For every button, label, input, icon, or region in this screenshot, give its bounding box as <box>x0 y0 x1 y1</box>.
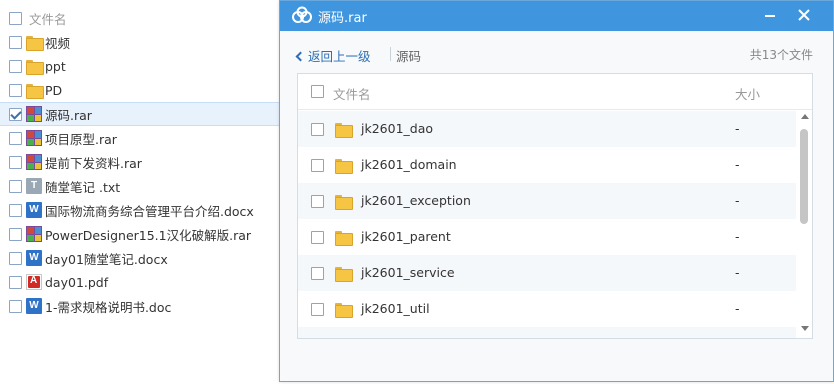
row-name[interactable]: jk2601_parent <box>361 229 451 244</box>
row-checkbox[interactable] <box>311 231 324 244</box>
row-checkbox[interactable] <box>311 303 324 316</box>
txt-icon: T <box>26 178 42 194</box>
file-name[interactable]: PD <box>45 83 62 98</box>
row-name[interactable]: jk2601_exception <box>361 193 471 208</box>
file-name[interactable]: PowerDesigner15.1汉化破解版.rar <box>45 225 251 244</box>
row-checkbox[interactable] <box>9 83 22 97</box>
back-link[interactable]: 返回上一级 <box>295 46 371 65</box>
file-name[interactable]: 源码.rar <box>45 105 92 124</box>
folder-icon <box>335 123 353 138</box>
row-size: - <box>735 301 740 316</box>
row-checkbox[interactable] <box>9 299 22 313</box>
table-row[interactable]: jk2601_exception - <box>298 183 796 219</box>
row-checkbox[interactable] <box>9 275 22 289</box>
row-checkbox[interactable] <box>9 179 22 193</box>
cloud-icon <box>292 6 312 23</box>
folder-icon <box>26 36 44 51</box>
table-header: 文件名 大小 <box>298 74 812 110</box>
select-all-checkbox[interactable] <box>9 11 22 25</box>
archive-preview-dialog: 源码.rar 返回上一级 源码 共13个文件 文件名 大小 jk2601_dao… <box>279 0 834 382</box>
dialog-titlebar[interactable]: 源码.rar <box>280 1 833 31</box>
dialog-nav-bar: 返回上一级 源码 共13个文件 <box>280 41 833 69</box>
table-row[interactable]: jk2601_util - <box>298 291 796 327</box>
row-checkbox[interactable] <box>9 59 22 73</box>
folder-icon <box>335 159 353 174</box>
rar-icon <box>26 106 42 122</box>
back-label[interactable]: 返回上一级 <box>308 49 371 64</box>
word-icon: W <box>26 202 42 218</box>
column-header-size[interactable]: 大小 <box>735 84 760 103</box>
file-name[interactable]: day01.pdf <box>45 275 108 290</box>
row-checkbox[interactable] <box>9 227 22 241</box>
file-name[interactable]: 项目原型.rar <box>45 129 117 148</box>
file-name[interactable]: day01随堂笔记.docx <box>45 249 168 268</box>
row-name[interactable]: jk2601_dao <box>361 121 433 136</box>
file-name[interactable]: 随堂笔记 .txt <box>45 177 120 196</box>
file-name[interactable]: 1-需求规格说明书.doc <box>45 297 171 316</box>
table-row[interactable]: jk2601_parent - <box>298 219 796 255</box>
row-name[interactable]: jk2601_service <box>361 265 455 280</box>
file-count: 共13个文件 <box>749 48 813 62</box>
row-name[interactable]: jk2601_util <box>361 301 430 316</box>
row-checkbox[interactable] <box>311 159 324 172</box>
archive-file-table: 文件名 大小 jk2601_dao - jk2601_domain - jk26… <box>297 73 813 339</box>
column-header-name[interactable]: 文件名 <box>29 9 67 28</box>
row-checkbox[interactable] <box>9 203 22 217</box>
row-size: - <box>735 265 740 280</box>
table-row-partial[interactable] <box>298 327 796 338</box>
file-name[interactable]: 提前下发资料.rar <box>45 153 142 172</box>
table-row[interactable]: jk2601_domain - <box>298 147 796 183</box>
close-button[interactable] <box>793 5 815 25</box>
folder-icon <box>26 60 44 75</box>
word-icon: W <box>26 250 42 266</box>
row-size: - <box>735 121 740 136</box>
file-name[interactable]: 视频 <box>45 33 70 52</box>
folder-icon <box>335 303 353 318</box>
pdf-icon <box>26 274 42 290</box>
row-checkbox-checked[interactable] <box>9 107 22 121</box>
row-checkbox[interactable] <box>9 251 22 265</box>
row-checkbox[interactable] <box>311 195 324 208</box>
file-name[interactable]: ppt <box>45 59 66 74</box>
folder-icon <box>335 195 353 210</box>
row-checkbox[interactable] <box>9 35 22 49</box>
row-size: - <box>735 193 740 208</box>
row-checkbox[interactable] <box>311 123 324 136</box>
row-size: - <box>735 229 740 244</box>
select-all-checkbox[interactable] <box>311 85 324 98</box>
word-icon: W <box>26 298 42 314</box>
table-row[interactable]: jk2601_dao - <box>298 111 796 147</box>
row-checkbox[interactable] <box>311 267 324 280</box>
column-header-name[interactable]: 文件名 <box>333 84 371 103</box>
breadcrumb: 源码 <box>396 49 422 64</box>
folder-icon <box>26 84 44 99</box>
nav-separator <box>390 47 391 61</box>
row-checkbox[interactable] <box>9 155 22 169</box>
scroll-up-arrow[interactable] <box>801 114 809 119</box>
scrollbar-thumb[interactable] <box>800 129 808 224</box>
table-row[interactable]: jk2601_service - <box>298 255 796 291</box>
dialog-title: 源码.rar <box>318 11 367 26</box>
rar-icon <box>26 130 42 146</box>
row-checkbox[interactable] <box>9 131 22 145</box>
folder-icon <box>335 267 353 282</box>
folder-icon <box>335 231 353 246</box>
row-size: - <box>735 157 740 172</box>
rar-icon <box>26 226 42 242</box>
rar-icon <box>26 154 42 170</box>
file-name[interactable]: 国际物流商务综合管理平台介绍.docx <box>45 201 254 220</box>
row-name[interactable]: jk2601_domain <box>361 157 457 172</box>
scroll-down-arrow[interactable] <box>801 326 809 331</box>
minimize-button[interactable] <box>759 5 781 25</box>
chevron-left-icon <box>295 51 306 62</box>
